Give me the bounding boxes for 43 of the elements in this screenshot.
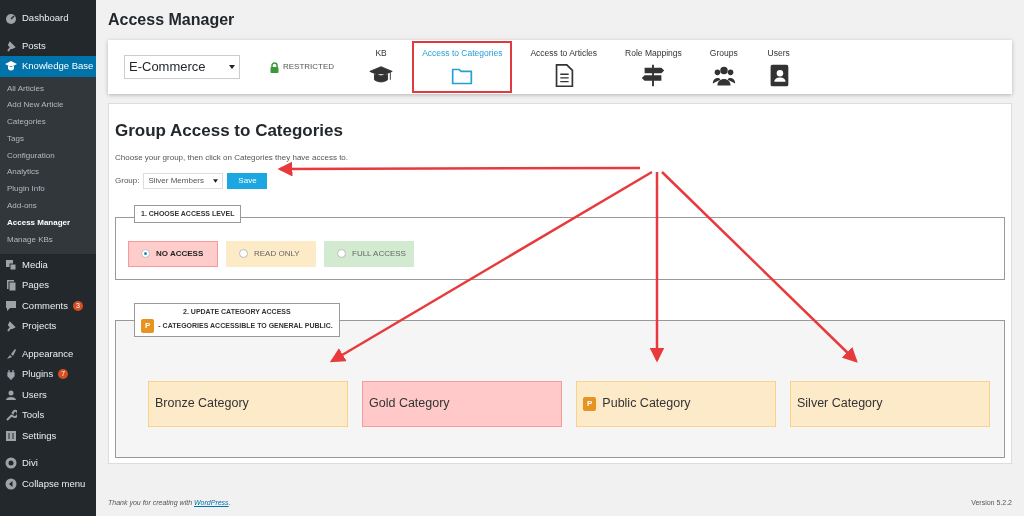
toolbar-tab[interactable]: Users xyxy=(755,41,802,93)
sidebar-item[interactable]: Tools xyxy=(0,404,96,426)
group-select[interactable]: Sliver Members xyxy=(143,172,224,189)
page-title: Access Manager xyxy=(108,10,236,30)
sidebar-item[interactable]: Users xyxy=(0,384,96,405)
sidebar-item[interactable]: Pages xyxy=(0,274,96,296)
toolbar-tab[interactable]: Access to Articles xyxy=(520,41,608,93)
submenu-item[interactable]: Access Manager xyxy=(0,214,96,232)
access-level-option[interactable]: FULL ACCESS xyxy=(324,240,414,267)
submenu-item[interactable]: Configuration xyxy=(0,147,96,165)
category-tile[interactable]: Bronze Category xyxy=(148,380,348,427)
access-level-option[interactable]: READ ONLY xyxy=(226,240,316,267)
sidebar-item[interactable]: Knowledge Base xyxy=(0,56,96,77)
submenu-item[interactable]: Analytics xyxy=(0,164,96,182)
sidebar-item[interactable]: Posts xyxy=(0,35,96,56)
submenu-item[interactable]: Categories xyxy=(0,114,96,131)
submenu-item[interactable]: Manage KBs xyxy=(0,231,96,249)
submenu-item[interactable]: All Articles xyxy=(0,80,96,98)
sidebar-item[interactable]: Appearance xyxy=(0,343,96,364)
sidebar-item[interactable]: Settings xyxy=(0,425,96,446)
sidebar-item[interactable]: Projects xyxy=(0,315,96,337)
sidebar-item[interactable]: Media xyxy=(0,254,96,275)
category-tile[interactable]: Silver Category xyxy=(790,380,990,427)
submenu-item[interactable]: Tags xyxy=(0,130,96,148)
public-badge: P xyxy=(583,396,597,411)
submenu-item[interactable]: Add New Article xyxy=(0,97,96,115)
section-heading: Group Access to Categories xyxy=(115,120,344,142)
sidebar-item[interactable]: Divi xyxy=(0,452,96,474)
access-level-option[interactable]: NO ACCESS xyxy=(128,240,218,267)
submenu-item[interactable]: Add-ons xyxy=(0,198,96,215)
restricted-label: RESTRICTED xyxy=(283,61,335,73)
category-tile[interactable]: Gold Category xyxy=(362,380,562,427)
sidebar-item[interactable]: Collapse menu xyxy=(0,473,96,494)
toolbar-tab[interactable]: KB xyxy=(358,41,405,93)
kb-select[interactable]: E-Commerce xyxy=(124,55,240,79)
instructions-text: Choose your group, then click on Categories they have access to. xyxy=(115,151,350,164)
toolbar-tab[interactable]: Groups xyxy=(699,41,748,93)
toolbar-tab[interactable]: Role Mappings xyxy=(615,41,692,93)
group-label: Group: xyxy=(115,174,140,187)
category-tile[interactable]: P Public Category xyxy=(576,380,776,427)
sidebar-item[interactable]: Dashboard xyxy=(0,8,96,29)
public-badge: P xyxy=(141,319,155,333)
submenu-item[interactable]: Plugin Info xyxy=(0,181,96,199)
